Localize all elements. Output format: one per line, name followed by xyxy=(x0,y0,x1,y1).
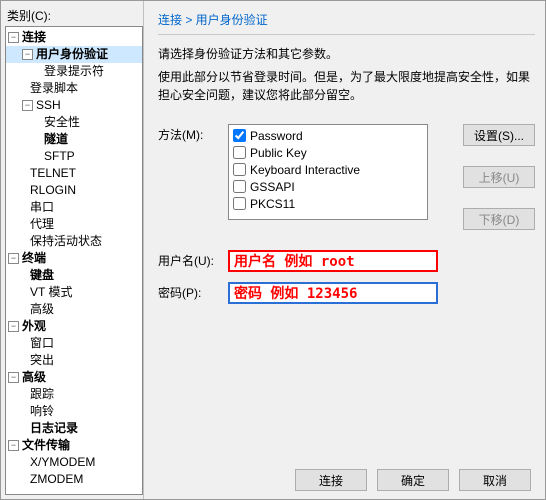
tree-node-appearance[interactable]: −外观 xyxy=(6,318,142,335)
tree-node-keepalive[interactable]: 保持活动状态 xyxy=(6,233,142,250)
tree-node-window[interactable]: 窗口 xyxy=(6,335,142,352)
tree-node-sftp[interactable]: SFTP xyxy=(6,148,142,165)
tree-node-log[interactable]: 日志记录 xyxy=(6,420,142,437)
category-label: 类别(C): xyxy=(7,7,143,24)
tree-node-auth[interactable]: −用户身份验证 xyxy=(6,46,142,63)
tree-node-vt[interactable]: VT 模式 xyxy=(6,284,142,301)
method-item-keyboard[interactable]: Keyboard Interactive xyxy=(233,161,423,178)
password-label: 密码(P): xyxy=(158,282,228,304)
tree-node-terminal[interactable]: −终端 xyxy=(6,250,142,267)
method-item-publickey[interactable]: Public Key xyxy=(233,144,423,161)
collapse-icon[interactable]: − xyxy=(22,49,33,60)
instruction-text-2: 使用此部分以节省登录时间。但是，为了最大限度地提高安全性，如果担心安全问题，建议… xyxy=(158,68,535,104)
tree-node-ssh[interactable]: −SSH xyxy=(6,97,142,114)
password-row: 密码(P): xyxy=(158,282,535,304)
publickey-checkbox[interactable] xyxy=(233,146,246,159)
method-listbox[interactable]: Password Public Key Keyboard Interactive… xyxy=(228,124,428,220)
keyboard-checkbox[interactable] xyxy=(233,163,246,176)
tree-node-file-transfer[interactable]: −文件传输 xyxy=(6,437,142,454)
instruction-text: 请选择身份验证方法和其它参数。 xyxy=(158,45,535,62)
dialog-footer: 连接 确定 取消 xyxy=(295,469,531,491)
tree-node-trace[interactable]: 跟踪 xyxy=(6,386,142,403)
tree-node-keyboard[interactable]: 键盘 xyxy=(6,267,142,284)
password-checkbox[interactable] xyxy=(233,129,246,142)
left-pane: 类别(C): −连接 −用户身份验证 登录提示符 登录脚本 −SSH 安全性 隧… xyxy=(1,1,144,499)
pkcs11-checkbox[interactable] xyxy=(233,197,246,210)
collapse-icon[interactable]: − xyxy=(8,372,19,383)
tree-node-serial[interactable]: 串口 xyxy=(6,199,142,216)
dialog-window: 类别(C): −连接 −用户身份验证 登录提示符 登录脚本 −SSH 安全性 隧… xyxy=(0,0,546,500)
tree-node-rlogin[interactable]: RLOGIN xyxy=(6,182,142,199)
tree-node-xymodem[interactable]: X/YMODEM xyxy=(6,454,142,471)
connect-button[interactable]: 连接 xyxy=(295,469,367,491)
tree-node-security[interactable]: 安全性 xyxy=(6,114,142,131)
category-tree[interactable]: −连接 −用户身份验证 登录提示符 登录脚本 −SSH 安全性 隧道 SFTP … xyxy=(5,26,143,495)
method-side-buttons: 设置(S)... 上移(U) 下移(D) xyxy=(463,124,535,230)
collapse-icon[interactable]: − xyxy=(8,321,19,332)
move-down-button[interactable]: 下移(D) xyxy=(463,208,535,230)
username-label: 用户名(U): xyxy=(158,250,228,272)
method-label: 方法(M): xyxy=(158,124,228,230)
password-input[interactable] xyxy=(228,282,438,304)
method-item-password[interactable]: Password xyxy=(233,127,423,144)
right-pane: 连接 > 用户身份验证 请选择身份验证方法和其它参数。 使用此部分以节省登录时间… xyxy=(144,1,545,499)
username-row: 用户名(U): xyxy=(158,250,535,272)
tree-node-connection[interactable]: −连接 xyxy=(6,29,142,46)
tree-node-login-script[interactable]: 登录脚本 xyxy=(6,80,142,97)
tree-node-advanced2[interactable]: −高级 xyxy=(6,369,142,386)
tree-node-telnet[interactable]: TELNET xyxy=(6,165,142,182)
gssapi-checkbox[interactable] xyxy=(233,180,246,193)
tree-node-proxy[interactable]: 代理 xyxy=(6,216,142,233)
tree-node-login-prompt[interactable]: 登录提示符 xyxy=(6,63,142,80)
tree-node-zmodem[interactable]: ZMODEM xyxy=(6,471,142,488)
breadcrumb: 连接 > 用户身份验证 xyxy=(158,11,535,28)
setup-button[interactable]: 设置(S)... xyxy=(463,124,535,146)
tree-node-advanced1[interactable]: 高级 xyxy=(6,301,142,318)
username-input[interactable] xyxy=(228,250,438,272)
method-row: 方法(M): Password Public Key Keyboard Inte… xyxy=(158,124,535,230)
collapse-icon[interactable]: − xyxy=(8,440,19,451)
collapse-icon[interactable]: − xyxy=(8,32,19,43)
method-item-pkcs11[interactable]: PKCS11 xyxy=(233,195,423,212)
ok-button[interactable]: 确定 xyxy=(377,469,449,491)
cancel-button[interactable]: 取消 xyxy=(459,469,531,491)
tree-node-tunnel[interactable]: 隧道 xyxy=(6,131,142,148)
move-up-button[interactable]: 上移(U) xyxy=(463,166,535,188)
method-item-gssapi[interactable]: GSSAPI xyxy=(233,178,423,195)
divider xyxy=(158,34,535,35)
tree-node-highlight[interactable]: 突出 xyxy=(6,352,142,369)
tree-node-bell[interactable]: 响铃 xyxy=(6,403,142,420)
collapse-icon[interactable]: − xyxy=(8,253,19,264)
collapse-icon[interactable]: − xyxy=(22,100,33,111)
